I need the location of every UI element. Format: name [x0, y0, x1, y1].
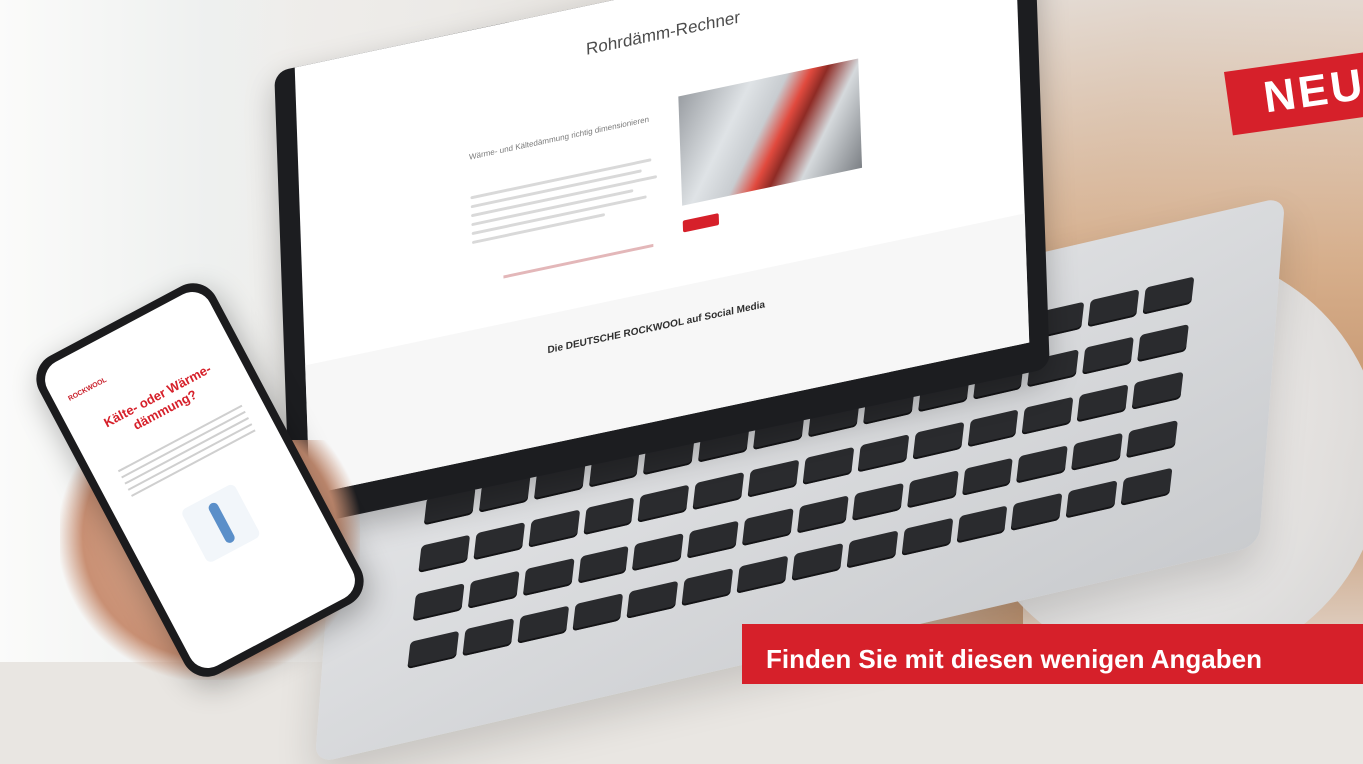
key	[517, 605, 569, 644]
key	[582, 497, 635, 536]
key	[1082, 336, 1134, 376]
key	[742, 507, 794, 546]
screen-consent-text	[503, 243, 654, 279]
key	[681, 567, 734, 607]
key	[1065, 479, 1118, 519]
key	[407, 630, 459, 669]
key	[1076, 384, 1129, 423]
screen-body-text	[470, 150, 662, 250]
thermometer-icon	[180, 482, 262, 564]
key	[418, 535, 470, 574]
key	[1120, 467, 1173, 506]
key	[967, 409, 1019, 448]
key	[1021, 397, 1074, 436]
key	[1011, 492, 1063, 531]
key	[522, 557, 575, 596]
key	[692, 472, 745, 511]
key	[473, 522, 525, 561]
key	[906, 469, 959, 509]
key	[956, 505, 1008, 544]
key	[577, 545, 630, 584]
key	[632, 532, 684, 571]
key	[901, 517, 953, 556]
key	[1131, 371, 1184, 411]
key	[747, 459, 800, 499]
key	[851, 482, 904, 521]
key	[1071, 432, 1124, 471]
screen-pipe-photo	[678, 58, 863, 206]
key	[1016, 444, 1069, 484]
key	[1126, 419, 1178, 458]
key	[637, 484, 690, 524]
key	[626, 580, 679, 619]
key	[912, 422, 964, 461]
key	[412, 582, 465, 622]
key	[1137, 324, 1189, 363]
key	[796, 494, 849, 534]
key	[467, 570, 520, 609]
caption-banner: Finden Sie mit diesen wenigen Angaben	[742, 624, 1363, 684]
key	[528, 509, 580, 549]
screen-page-title: Rohrdämm-Rechner	[585, 7, 741, 59]
key	[802, 447, 855, 486]
key	[846, 530, 899, 569]
screen-start-button	[682, 213, 720, 233]
phone-brand-logo: ROCKWOOL	[67, 376, 108, 403]
key	[687, 520, 739, 559]
key	[736, 555, 789, 594]
key	[961, 457, 1014, 496]
key	[791, 542, 844, 581]
key	[857, 434, 909, 473]
key	[462, 617, 514, 657]
key	[571, 592, 624, 632]
